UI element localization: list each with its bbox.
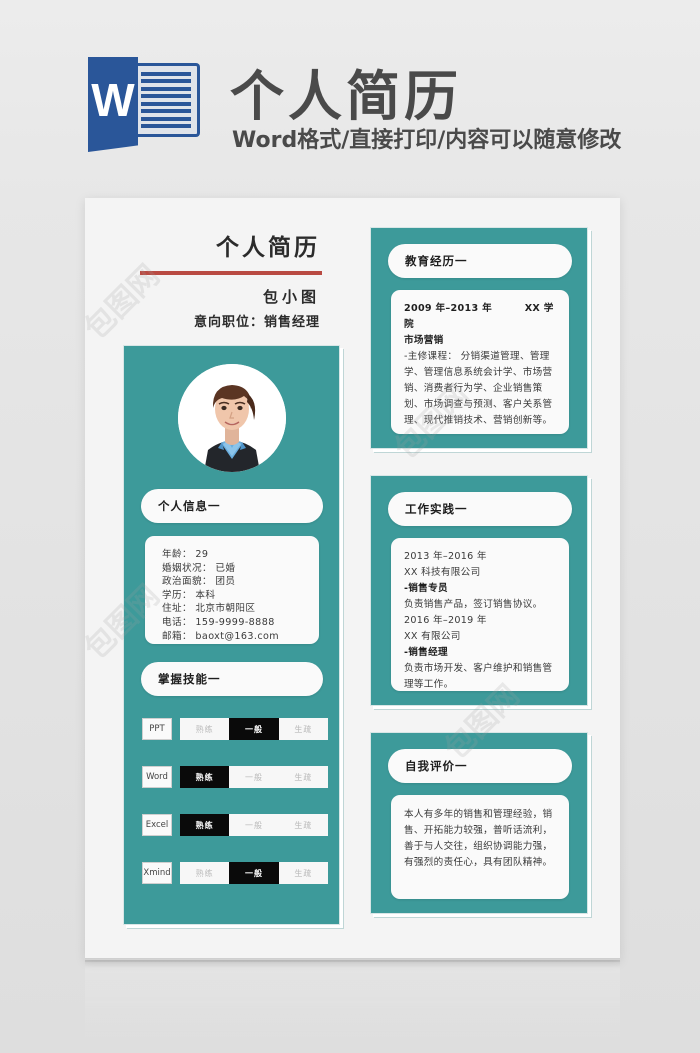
skill-level-scale: 熟练 一般 生疏 bbox=[180, 814, 328, 836]
education-period-row: 2009 年–2013 年 XX 学院 bbox=[404, 301, 558, 333]
education-major: 市场营销 bbox=[404, 335, 444, 346]
work-panel: 工作实践一 2013 年–2016 年 XX 科技有限公司 -销售专员 负责销售… bbox=[370, 475, 588, 706]
skill-level-scale: 熟练 一般 生疏 bbox=[180, 862, 328, 884]
info-row-politics: 政治面貌： 团员 bbox=[162, 576, 236, 588]
skill-name-word: Word bbox=[142, 766, 172, 788]
skill-level-scale: 熟练 一般 生疏 bbox=[180, 718, 328, 740]
skill-level-option[interactable]: 生疏 bbox=[279, 862, 328, 884]
skill-level-option[interactable]: 熟练 bbox=[180, 718, 229, 740]
info-row-degree: 学历： 本科 bbox=[162, 589, 216, 601]
skill-level-option-selected[interactable]: 一般 bbox=[229, 718, 279, 740]
work-content-box: 2013 年–2016 年 XX 科技有限公司 -销售专员 负责销售产品，签订销… bbox=[391, 538, 569, 691]
title-divider bbox=[140, 271, 322, 275]
skill-level-option[interactable]: 熟练 bbox=[180, 862, 229, 884]
section-heading-work: 工作实践一 bbox=[388, 492, 572, 526]
avatar bbox=[178, 364, 286, 472]
section-heading-personal-info: 个人信息一 bbox=[141, 489, 323, 523]
skill-level-option-selected[interactable]: 熟练 bbox=[180, 766, 230, 788]
promo-title: 个人简历 bbox=[230, 65, 462, 128]
self-evaluation-panel: 自我评价一 本人有多年的销售和管理经验，销售、开拓能力较强，普听话流利，善于与人… bbox=[370, 732, 588, 914]
skill-row: PPT 熟练 一般 生疏 bbox=[142, 718, 328, 740]
skill-name-xmind: Xmind bbox=[142, 862, 172, 884]
info-row-phone: 电话： 159-9999-8888 bbox=[162, 616, 275, 628]
promo-subtitle: Word格式/直接打印/内容可以随意修改 bbox=[232, 128, 622, 153]
education-panel: 教育经历一 2009 年–2013 年 XX 学院 市场营销 -主修课程： 分销… bbox=[370, 227, 588, 449]
page-reflection: Xmind 熟练 一般 生疏 自我评价一 本人有多年的销售和管理经验，销售、开拓… bbox=[85, 962, 620, 1053]
promo-banner: W 个人简历 Word格式/直接打印/内容可以随意修改 bbox=[0, 0, 700, 198]
work-role-1: -销售专员 bbox=[404, 583, 448, 594]
work-period-1: 2013 年–2016 年 bbox=[404, 551, 487, 562]
skill-level-option[interactable]: 生疏 bbox=[279, 814, 328, 836]
skill-level-option-selected[interactable]: 一般 bbox=[229, 862, 279, 884]
word-document-icon: W bbox=[88, 57, 200, 143]
skill-level-option[interactable]: 一般 bbox=[229, 814, 278, 836]
info-row-age: 年龄： 29 bbox=[162, 549, 209, 560]
word-icon-letter: W bbox=[91, 74, 135, 126]
self-evaluation-text: 本人有多年的销售和管理经验，销售、开拓能力较强，普听话流利，善于与人交往，组织协… bbox=[404, 809, 553, 868]
skill-row: Excel 熟练 一般 生疏 bbox=[142, 814, 328, 836]
portrait-photo bbox=[178, 364, 286, 472]
skill-level-option-selected[interactable]: 熟练 bbox=[180, 814, 230, 836]
work-role-2: -销售经理 bbox=[404, 647, 448, 658]
page-title: 个人简历 bbox=[216, 235, 320, 261]
skill-name-excel: Excel bbox=[142, 814, 172, 836]
info-row-address: 住址： 北京市朝阳区 bbox=[162, 603, 256, 615]
section-heading-self-evaluation: 自我评价一 bbox=[388, 749, 572, 783]
skill-level-scale: 熟练 一般 生疏 bbox=[180, 766, 328, 788]
skill-level-option[interactable]: 一般 bbox=[229, 766, 278, 788]
skill-row: Xmind 熟练 一般 生疏 bbox=[142, 862, 328, 884]
work-company-1: XX 科技有限公司 bbox=[404, 567, 481, 578]
skill-level-option[interactable]: 生疏 bbox=[279, 718, 328, 740]
resume-page: 个人简历 包小图 意向职位：销售经理 个人信息一 年龄： 29 婚姻状况： 已婚… bbox=[78, 198, 620, 960]
skill-name-ppt: PPT bbox=[142, 718, 172, 740]
page-reflection-inner: Xmind 熟练 一般 生疏 自我评价一 本人有多年的销售和管理经验，销售、开拓… bbox=[85, 962, 620, 1053]
info-row-marital: 婚姻状况： 已婚 bbox=[162, 562, 236, 574]
work-period-2: 2016 年–2019 年 bbox=[404, 615, 487, 626]
education-period: 2009 年–2013 年 bbox=[404, 303, 492, 314]
section-heading-education: 教育经历一 bbox=[388, 244, 572, 278]
candidate-position: 意向职位：销售经理 bbox=[193, 315, 320, 330]
education-content-box: 2009 年–2013 年 XX 学院 市场营销 -主修课程： 分销渠道管理、管… bbox=[391, 290, 569, 434]
skill-level-option[interactable]: 生疏 bbox=[279, 766, 328, 788]
skill-row: Word 熟练 一般 生疏 bbox=[142, 766, 328, 788]
self-evaluation-content-box: 本人有多年的销售和管理经验，销售、开拓能力较强，普听话流利，善于与人交往，组织协… bbox=[391, 795, 569, 899]
word-icon-pages bbox=[138, 63, 200, 137]
education-courses: -主修课程： 分销渠道管理、管理学、管理信息系统会计学、市场营销、消费者行为学、… bbox=[404, 351, 553, 426]
candidate-name: 包小图 bbox=[262, 288, 320, 306]
personal-info-box: 年龄： 29 婚姻状况： 已婚 政治面貌： 团员 学历： 本科 住址： 北京市朝… bbox=[145, 536, 319, 644]
left-sidebar-panel: 个人信息一 年龄： 29 婚姻状况： 已婚 政治面貌： 团员 学历： 本科 住址… bbox=[123, 345, 340, 925]
work-company-2: XX 有限公司 bbox=[404, 631, 461, 642]
info-row-email: 邮箱： baoxt@163.com bbox=[162, 630, 280, 642]
section-heading-skills: 掌握技能一 bbox=[141, 662, 323, 696]
work-desc-1: 负责销售产品，签订销售协议。 bbox=[404, 599, 543, 610]
work-desc-2: 负责市场开发、客户维护和销售管理等工作。 bbox=[404, 663, 553, 690]
